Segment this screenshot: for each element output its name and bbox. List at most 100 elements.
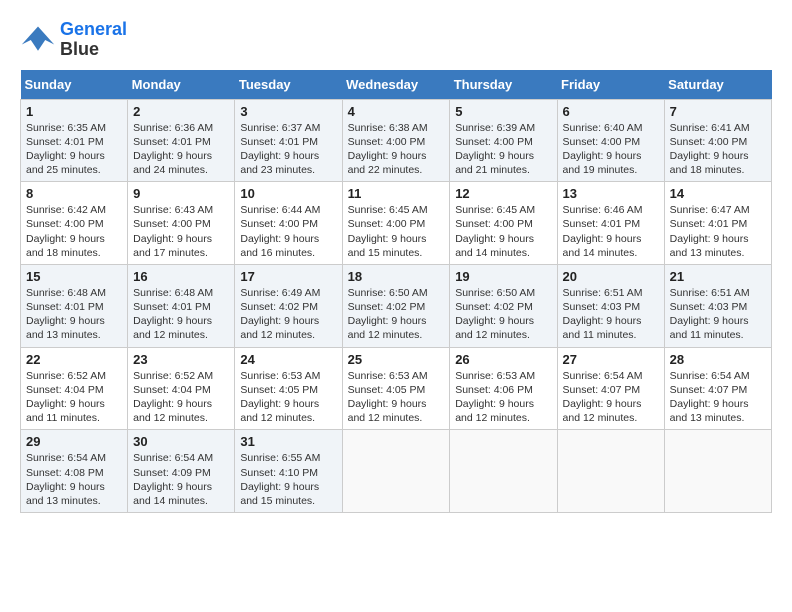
day-number: 28 [670, 352, 766, 367]
calendar-cell: 30 Sunrise: 6:54 AMSunset: 4:09 PMDaylig… [128, 430, 235, 513]
weekday-monday: Monday [128, 70, 235, 100]
calendar-cell: 20 Sunrise: 6:51 AMSunset: 4:03 PMDaylig… [557, 264, 664, 347]
day-number: 9 [133, 186, 229, 201]
calendar-cell: 21 Sunrise: 6:51 AMSunset: 4:03 PMDaylig… [664, 264, 771, 347]
day-info: Sunrise: 6:50 AMSunset: 4:02 PMDaylight:… [348, 287, 428, 342]
logo: GeneralBlue [20, 20, 127, 60]
day-number: 17 [240, 269, 336, 284]
calendar-cell: 13 Sunrise: 6:46 AMSunset: 4:01 PMDaylig… [557, 182, 664, 265]
day-info: Sunrise: 6:40 AMSunset: 4:00 PMDaylight:… [563, 122, 643, 177]
day-info: Sunrise: 6:52 AMSunset: 4:04 PMDaylight:… [133, 370, 213, 425]
calendar-cell: 5 Sunrise: 6:39 AMSunset: 4:00 PMDayligh… [450, 99, 557, 182]
weekday-saturday: Saturday [664, 70, 771, 100]
calendar-cell: 3 Sunrise: 6:37 AMSunset: 4:01 PMDayligh… [235, 99, 342, 182]
calendar-cell: 2 Sunrise: 6:36 AMSunset: 4:01 PMDayligh… [128, 99, 235, 182]
day-number: 25 [348, 352, 445, 367]
day-info: Sunrise: 6:51 AMSunset: 4:03 PMDaylight:… [670, 287, 750, 342]
day-number: 21 [670, 269, 766, 284]
day-number: 13 [563, 186, 659, 201]
day-info: Sunrise: 6:43 AMSunset: 4:00 PMDaylight:… [133, 204, 213, 259]
day-info: Sunrise: 6:47 AMSunset: 4:01 PMDaylight:… [670, 204, 750, 259]
day-info: Sunrise: 6:36 AMSunset: 4:01 PMDaylight:… [133, 122, 213, 177]
day-number: 6 [563, 104, 659, 119]
calendar-cell: 16 Sunrise: 6:48 AMSunset: 4:01 PMDaylig… [128, 264, 235, 347]
day-number: 3 [240, 104, 336, 119]
day-info: Sunrise: 6:39 AMSunset: 4:00 PMDaylight:… [455, 122, 535, 177]
logo-text: GeneralBlue [60, 20, 127, 60]
logo-icon [20, 22, 56, 58]
calendar-cell [664, 430, 771, 513]
day-info: Sunrise: 6:48 AMSunset: 4:01 PMDaylight:… [26, 287, 106, 342]
day-number: 14 [670, 186, 766, 201]
day-number: 11 [348, 186, 445, 201]
page-header: GeneralBlue [20, 20, 772, 60]
week-row-5: 29 Sunrise: 6:54 AMSunset: 4:08 PMDaylig… [21, 430, 772, 513]
calendar-cell: 31 Sunrise: 6:55 AMSunset: 4:10 PMDaylig… [235, 430, 342, 513]
calendar-cell: 18 Sunrise: 6:50 AMSunset: 4:02 PMDaylig… [342, 264, 450, 347]
day-number: 26 [455, 352, 551, 367]
day-info: Sunrise: 6:37 AMSunset: 4:01 PMDaylight:… [240, 122, 320, 177]
day-number: 8 [26, 186, 122, 201]
day-number: 5 [455, 104, 551, 119]
day-info: Sunrise: 6:52 AMSunset: 4:04 PMDaylight:… [26, 370, 106, 425]
day-info: Sunrise: 6:54 AMSunset: 4:07 PMDaylight:… [670, 370, 750, 425]
calendar-cell: 27 Sunrise: 6:54 AMSunset: 4:07 PMDaylig… [557, 347, 664, 430]
week-row-2: 8 Sunrise: 6:42 AMSunset: 4:00 PMDayligh… [21, 182, 772, 265]
day-number: 24 [240, 352, 336, 367]
calendar-cell: 25 Sunrise: 6:53 AMSunset: 4:05 PMDaylig… [342, 347, 450, 430]
day-info: Sunrise: 6:55 AMSunset: 4:10 PMDaylight:… [240, 452, 320, 507]
day-info: Sunrise: 6:54 AMSunset: 4:09 PMDaylight:… [133, 452, 213, 507]
calendar-cell: 1 Sunrise: 6:35 AMSunset: 4:01 PMDayligh… [21, 99, 128, 182]
day-number: 10 [240, 186, 336, 201]
calendar-cell: 29 Sunrise: 6:54 AMSunset: 4:08 PMDaylig… [21, 430, 128, 513]
calendar-cell: 10 Sunrise: 6:44 AMSunset: 4:00 PMDaylig… [235, 182, 342, 265]
day-info: Sunrise: 6:42 AMSunset: 4:00 PMDaylight:… [26, 204, 106, 259]
calendar-cell: 28 Sunrise: 6:54 AMSunset: 4:07 PMDaylig… [664, 347, 771, 430]
day-number: 1 [26, 104, 122, 119]
day-info: Sunrise: 6:53 AMSunset: 4:05 PMDaylight:… [240, 370, 320, 425]
calendar-cell: 23 Sunrise: 6:52 AMSunset: 4:04 PMDaylig… [128, 347, 235, 430]
day-info: Sunrise: 6:49 AMSunset: 4:02 PMDaylight:… [240, 287, 320, 342]
day-info: Sunrise: 6:53 AMSunset: 4:05 PMDaylight:… [348, 370, 428, 425]
day-info: Sunrise: 6:54 AMSunset: 4:07 PMDaylight:… [563, 370, 643, 425]
day-info: Sunrise: 6:50 AMSunset: 4:02 PMDaylight:… [455, 287, 535, 342]
day-number: 7 [670, 104, 766, 119]
day-info: Sunrise: 6:38 AMSunset: 4:00 PMDaylight:… [348, 122, 428, 177]
day-number: 15 [26, 269, 122, 284]
day-info: Sunrise: 6:35 AMSunset: 4:01 PMDaylight:… [26, 122, 106, 177]
calendar-cell: 4 Sunrise: 6:38 AMSunset: 4:00 PMDayligh… [342, 99, 450, 182]
weekday-wednesday: Wednesday [342, 70, 450, 100]
calendar-cell: 24 Sunrise: 6:53 AMSunset: 4:05 PMDaylig… [235, 347, 342, 430]
calendar-cell [450, 430, 557, 513]
calendar-cell: 11 Sunrise: 6:45 AMSunset: 4:00 PMDaylig… [342, 182, 450, 265]
calendar-body: 1 Sunrise: 6:35 AMSunset: 4:01 PMDayligh… [21, 99, 772, 512]
day-number: 4 [348, 104, 445, 119]
day-number: 27 [563, 352, 659, 367]
day-info: Sunrise: 6:44 AMSunset: 4:00 PMDaylight:… [240, 204, 320, 259]
weekday-header-row: SundayMondayTuesdayWednesdayThursdayFrid… [21, 70, 772, 100]
day-number: 30 [133, 434, 229, 449]
week-row-1: 1 Sunrise: 6:35 AMSunset: 4:01 PMDayligh… [21, 99, 772, 182]
calendar-cell: 8 Sunrise: 6:42 AMSunset: 4:00 PMDayligh… [21, 182, 128, 265]
calendar-cell: 6 Sunrise: 6:40 AMSunset: 4:00 PMDayligh… [557, 99, 664, 182]
calendar-cell: 12 Sunrise: 6:45 AMSunset: 4:00 PMDaylig… [450, 182, 557, 265]
day-number: 31 [240, 434, 336, 449]
calendar-cell: 15 Sunrise: 6:48 AMSunset: 4:01 PMDaylig… [21, 264, 128, 347]
day-number: 20 [563, 269, 659, 284]
day-info: Sunrise: 6:45 AMSunset: 4:00 PMDaylight:… [455, 204, 535, 259]
week-row-3: 15 Sunrise: 6:48 AMSunset: 4:01 PMDaylig… [21, 264, 772, 347]
day-info: Sunrise: 6:45 AMSunset: 4:00 PMDaylight:… [348, 204, 428, 259]
week-row-4: 22 Sunrise: 6:52 AMSunset: 4:04 PMDaylig… [21, 347, 772, 430]
day-info: Sunrise: 6:54 AMSunset: 4:08 PMDaylight:… [26, 452, 106, 507]
day-info: Sunrise: 6:48 AMSunset: 4:01 PMDaylight:… [133, 287, 213, 342]
day-number: 16 [133, 269, 229, 284]
weekday-friday: Friday [557, 70, 664, 100]
weekday-sunday: Sunday [21, 70, 128, 100]
day-number: 2 [133, 104, 229, 119]
day-number: 18 [348, 269, 445, 284]
day-number: 19 [455, 269, 551, 284]
calendar-cell: 14 Sunrise: 6:47 AMSunset: 4:01 PMDaylig… [664, 182, 771, 265]
calendar-cell [342, 430, 450, 513]
day-info: Sunrise: 6:41 AMSunset: 4:00 PMDaylight:… [670, 122, 750, 177]
calendar-cell [557, 430, 664, 513]
